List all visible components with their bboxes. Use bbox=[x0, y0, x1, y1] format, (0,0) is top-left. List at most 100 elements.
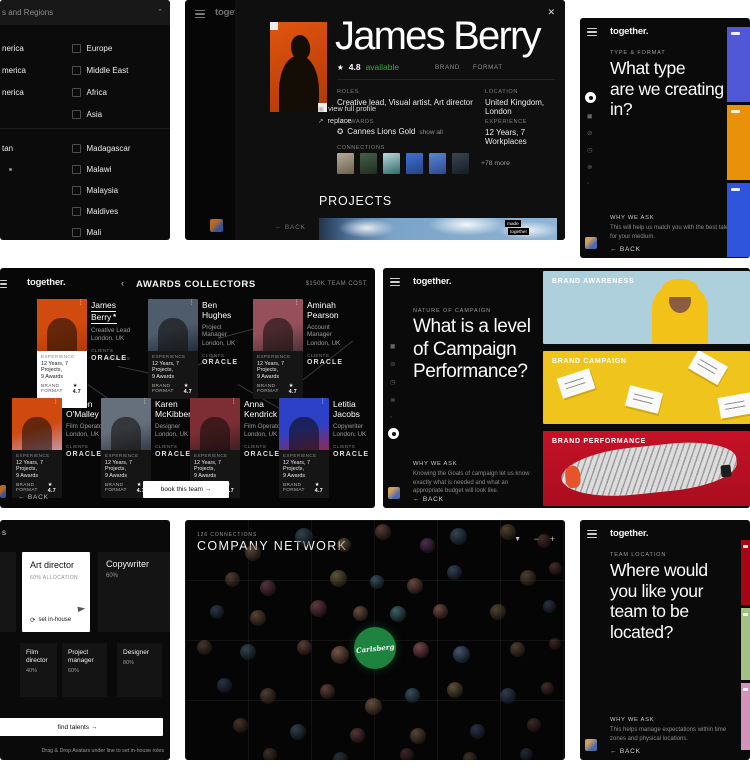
network-avatar[interactable] bbox=[500, 524, 516, 540]
network-avatar[interactable] bbox=[433, 604, 448, 619]
network-avatar[interactable] bbox=[450, 528, 467, 545]
region-checkbox-row[interactable]: Mali bbox=[72, 228, 101, 237]
network-avatar[interactable] bbox=[500, 688, 516, 704]
role-card-copywriter[interactable]: Copywriter 60% bbox=[98, 552, 170, 632]
view-full-profile-link[interactable]: ▣ view full profile bbox=[318, 104, 376, 113]
network-avatar[interactable] bbox=[390, 606, 406, 622]
collapse-caret-icon[interactable]: ⌃ bbox=[157, 8, 163, 16]
region-checkbox-row[interactable]: Maldives bbox=[72, 207, 118, 216]
kebab-menu-icon[interactable]: ⋮ bbox=[142, 399, 149, 405]
find-talents-button[interactable]: find talents → bbox=[0, 718, 163, 736]
replace-link[interactable]: ↗ replace bbox=[318, 116, 351, 125]
network-avatar[interactable] bbox=[537, 534, 551, 548]
carlsberg-company-node[interactable]: Carlsberg bbox=[354, 627, 396, 669]
role-card-designer[interactable]: Designer 80% bbox=[117, 643, 162, 697]
network-avatar[interactable] bbox=[297, 640, 312, 655]
role-card-partial[interactable] bbox=[0, 552, 16, 632]
menu-icon[interactable] bbox=[390, 278, 400, 288]
network-avatar[interactable] bbox=[490, 604, 506, 620]
network-avatar[interactable] bbox=[353, 606, 368, 621]
network-avatar[interactable] bbox=[295, 528, 313, 546]
connection-avatar[interactable] bbox=[360, 153, 377, 174]
user-avatar[interactable] bbox=[585, 739, 597, 751]
network-avatar[interactable] bbox=[197, 640, 212, 655]
filter-icon[interactable]: ▼ bbox=[514, 536, 521, 543]
kebab-menu-icon[interactable]: ⋮ bbox=[189, 300, 196, 306]
network-avatar[interactable] bbox=[337, 538, 351, 552]
network-avatar[interactable] bbox=[463, 752, 477, 760]
network-avatar[interactable] bbox=[260, 688, 276, 704]
network-avatar[interactable] bbox=[375, 524, 391, 540]
role-card-film-director[interactable]: Film director 40% bbox=[20, 643, 57, 697]
back-button[interactable]: ← BACK bbox=[610, 748, 641, 755]
checkbox[interactable] bbox=[72, 66, 81, 75]
network-avatar[interactable] bbox=[370, 575, 384, 589]
network-avatar[interactable] bbox=[330, 570, 347, 587]
network-avatar[interactable] bbox=[350, 728, 365, 743]
kebab-menu-icon[interactable]: ⋮ bbox=[294, 300, 301, 306]
type-option-card[interactable] bbox=[727, 105, 750, 180]
connection-avatar[interactable] bbox=[383, 153, 400, 174]
region-checkbox-row[interactable]: Malaysia bbox=[72, 186, 118, 195]
menu-icon[interactable] bbox=[587, 530, 597, 540]
close-icon[interactable]: ✕ bbox=[547, 7, 555, 18]
network-avatar[interactable] bbox=[263, 748, 277, 760]
team-member-card[interactable]: ⋮EXPERIENCE12 Years, 7 Projects,9 Awards… bbox=[37, 299, 145, 399]
step-icon[interactable]: ⊗ bbox=[587, 163, 592, 171]
next-team-arrow[interactable]: › bbox=[245, 278, 248, 288]
set-in-house-button[interactable]: ⟳ set in-house bbox=[30, 616, 71, 624]
region-checkbox-row[interactable]: Asia bbox=[72, 110, 102, 119]
network-avatar[interactable] bbox=[447, 682, 463, 698]
active-step-icon[interactable] bbox=[585, 92, 596, 103]
user-avatar[interactable] bbox=[388, 487, 400, 499]
checkbox[interactable] bbox=[72, 44, 81, 53]
step-icon[interactable]: ⊗ bbox=[390, 396, 395, 404]
option-card-brand-awareness[interactable]: BRAND AWARENESS bbox=[543, 271, 750, 344]
region-checkbox-row[interactable]: Madagascar bbox=[72, 144, 131, 153]
network-avatar[interactable] bbox=[210, 605, 224, 619]
region-checkbox-row[interactable]: Europe bbox=[72, 44, 112, 53]
network-avatar[interactable] bbox=[400, 748, 414, 760]
network-avatar[interactable] bbox=[233, 718, 248, 733]
team-member-card[interactable]: ⋮EXPERIENCE12 Years, 7 Projects,9 Awards… bbox=[279, 398, 375, 498]
checkbox[interactable] bbox=[72, 165, 81, 174]
book-team-button[interactable]: book this team → bbox=[143, 481, 229, 498]
kebab-menu-icon[interactable]: ⋮ bbox=[78, 300, 85, 306]
network-avatar[interactable] bbox=[365, 698, 382, 715]
back-button[interactable]: ← BACK bbox=[413, 496, 444, 503]
prev-team-arrow[interactable]: ‹ bbox=[121, 278, 124, 288]
kebab-menu-icon[interactable]: ⋮ bbox=[231, 399, 238, 405]
kebab-menu-icon[interactable]: ⋮ bbox=[53, 399, 60, 405]
back-button[interactable]: ← BACK bbox=[18, 494, 49, 501]
type-option-card[interactable] bbox=[727, 27, 750, 102]
network-avatar[interactable] bbox=[260, 580, 276, 596]
step-icon[interactable]: ◼ bbox=[390, 342, 395, 350]
network-avatar[interactable] bbox=[447, 565, 462, 580]
network-avatar[interactable] bbox=[320, 684, 335, 699]
connection-avatar[interactable] bbox=[406, 153, 423, 174]
step-icon[interactable]: ◼ bbox=[587, 112, 592, 120]
step-icon[interactable]: ⊘ bbox=[390, 360, 395, 368]
network-avatar[interactable] bbox=[245, 545, 261, 561]
network-avatar[interactable] bbox=[413, 642, 429, 658]
step-icon[interactable]: ⊘ bbox=[587, 129, 592, 137]
region-checkbox-row[interactable]: Middle East bbox=[72, 66, 128, 75]
menu-icon[interactable] bbox=[587, 28, 597, 38]
network-avatar[interactable] bbox=[331, 646, 349, 664]
network-avatar[interactable] bbox=[333, 752, 348, 760]
connection-avatar[interactable] bbox=[337, 153, 354, 174]
network-avatar[interactable] bbox=[549, 562, 562, 575]
step-icon[interactable]: ◦ bbox=[390, 414, 392, 421]
step-icon[interactable]: ◦ bbox=[587, 180, 589, 187]
connection-avatar[interactable] bbox=[452, 153, 469, 174]
tab-format[interactable]: FORMAT bbox=[473, 64, 503, 71]
step-icon[interactable]: ◷ bbox=[390, 378, 396, 386]
active-step-icon[interactable] bbox=[388, 428, 399, 439]
team-member-card[interactable]: ⋮EXPERIENCE12 Years, 7 Projects,9 Awards… bbox=[148, 299, 256, 399]
network-avatar[interactable] bbox=[453, 646, 470, 663]
network-avatar[interactable] bbox=[520, 570, 536, 586]
step-icon[interactable]: ◷ bbox=[587, 146, 593, 154]
network-avatar[interactable] bbox=[510, 642, 525, 657]
network-avatar[interactable] bbox=[217, 678, 232, 693]
network-avatar[interactable] bbox=[470, 724, 485, 739]
